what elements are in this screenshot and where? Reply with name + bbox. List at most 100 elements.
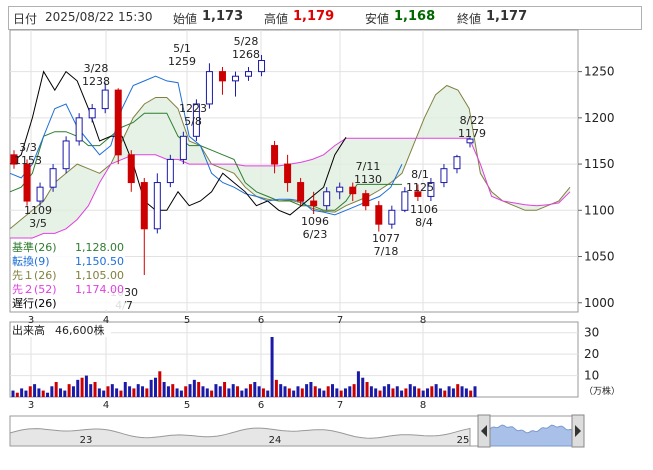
volume-bar xyxy=(231,384,235,397)
volume-bar xyxy=(136,384,140,397)
volume-bar xyxy=(37,388,41,397)
candle-body xyxy=(179,135,187,160)
price-tick-label: 1000 xyxy=(584,296,615,310)
candle-body xyxy=(36,186,44,202)
candle-body xyxy=(231,75,239,82)
volume-bar xyxy=(145,388,149,397)
candle-body xyxy=(114,89,122,156)
volume-bar xyxy=(28,386,32,397)
candle-body xyxy=(218,71,226,82)
volume-bar xyxy=(115,388,119,397)
volume-bar xyxy=(132,388,136,397)
volume-bar xyxy=(227,388,231,397)
price-annotation-value: 1077 xyxy=(372,232,400,245)
volume-bar xyxy=(141,386,145,397)
volume-bar xyxy=(119,390,123,397)
price-annotation-date: 8/22 xyxy=(460,114,485,127)
candle-body xyxy=(153,182,161,230)
volume-bar xyxy=(248,384,252,397)
volume-bar xyxy=(223,382,227,397)
price-annotation-date: 6/23 xyxy=(303,228,328,241)
volume-bar xyxy=(279,384,283,397)
volume-bar xyxy=(300,388,304,397)
volume-tick-label: 10 xyxy=(584,369,599,383)
price-annotation-value: 1268 xyxy=(232,48,260,61)
volume-bar xyxy=(395,386,399,397)
candle-body xyxy=(297,182,305,202)
volume-bar xyxy=(46,392,50,397)
legend-label: 先１(26) xyxy=(12,269,57,282)
candle-body xyxy=(284,163,292,184)
price-annotation-value: 1238 xyxy=(82,75,110,88)
volume-bar xyxy=(214,384,218,397)
volume-bar xyxy=(63,390,67,397)
volume-bar xyxy=(460,386,464,397)
month-label: 4 xyxy=(103,400,109,411)
volume-bar xyxy=(326,386,330,397)
price-annotation-value: 1130 xyxy=(354,173,382,186)
volume-bar xyxy=(171,384,175,397)
legend-label: 先２(52) xyxy=(12,283,57,296)
volume-bar xyxy=(162,382,166,397)
volume-bar xyxy=(305,384,309,397)
volume-bar xyxy=(179,390,183,397)
chart-canvas: 1250 1200 1150 1100 1050 1000 3/31153 11093/5 3/… xyxy=(9,29,620,448)
volume-bar xyxy=(84,375,88,397)
volume-bar xyxy=(58,388,62,397)
volume-bar xyxy=(287,388,291,397)
volume-bar xyxy=(253,382,257,397)
volume-bar xyxy=(361,377,365,397)
price-annotation-value: 1223 xyxy=(179,102,207,115)
volume-bar xyxy=(322,390,326,397)
volume-bar xyxy=(106,386,110,397)
volume-bar xyxy=(50,386,54,397)
year-label: 25 xyxy=(457,435,470,446)
price-annotation-date: 3/5 xyxy=(29,217,47,230)
candle-body xyxy=(23,163,31,202)
price-annotation-value: 1179 xyxy=(458,127,486,140)
volume-bar xyxy=(201,386,205,397)
volume-title-value: 46,600株 xyxy=(55,323,105,337)
volume-bar xyxy=(192,379,196,397)
volume-bar xyxy=(313,386,317,397)
volume-bar xyxy=(404,388,408,397)
volume-bar xyxy=(400,390,404,397)
volume-bar xyxy=(421,390,425,397)
legend-value: 1,105.00 xyxy=(75,269,124,282)
volume-bar xyxy=(356,371,360,397)
volume-bar xyxy=(257,386,261,397)
volume-bar xyxy=(166,386,170,397)
volume-bar xyxy=(438,388,442,397)
month-label: 5 xyxy=(184,400,190,411)
volume-bar xyxy=(24,390,28,397)
volume-tick-label: 20 xyxy=(584,347,599,361)
legend-value: 1,174.00 xyxy=(75,283,124,296)
month-label: 5 xyxy=(184,315,190,326)
legend-label: 転換(9) xyxy=(12,255,50,268)
volume-bar xyxy=(270,337,274,397)
candle-body xyxy=(88,108,96,119)
legend-value: 1,128.00 xyxy=(75,241,124,254)
volume-bar xyxy=(158,371,162,397)
volume-bar xyxy=(365,382,369,397)
month-label: 7 xyxy=(337,400,343,411)
volume-bar xyxy=(408,384,412,397)
volume-bar xyxy=(149,379,153,397)
candle-body xyxy=(166,158,174,184)
month-label: 7 xyxy=(337,315,343,326)
volume-bar xyxy=(430,386,434,397)
volume-bar xyxy=(210,390,214,397)
volume-bar xyxy=(426,388,430,397)
volume-bar xyxy=(391,388,395,397)
candle-body xyxy=(453,156,461,170)
price-annotation-date: 5/8 xyxy=(184,115,202,128)
volume-bar xyxy=(382,386,386,397)
price-annotation-value: 1096 xyxy=(301,215,329,228)
candle-body xyxy=(49,168,57,188)
volume-bar xyxy=(434,384,438,397)
volume-bar xyxy=(33,384,37,397)
volume-bar xyxy=(71,386,75,397)
candle-body xyxy=(362,193,370,207)
volume-bar xyxy=(447,386,451,397)
volume-bar xyxy=(11,390,15,397)
